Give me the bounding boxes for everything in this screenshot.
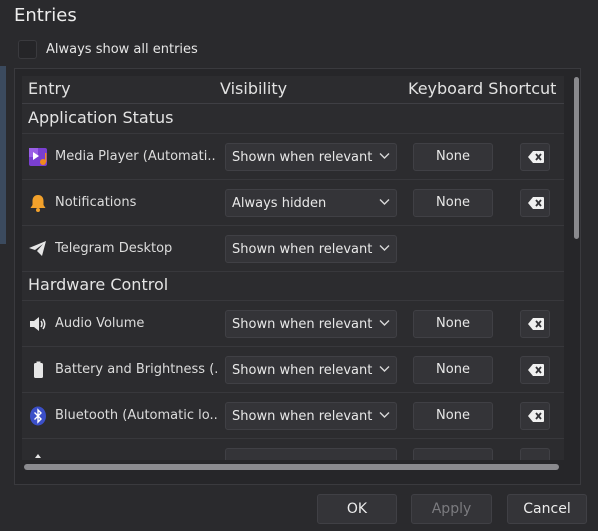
backspace-clear-icon xyxy=(528,410,544,422)
header-entry[interactable]: Entry xyxy=(28,79,71,98)
shortcut-button[interactable]: None xyxy=(413,143,493,171)
header-visibility[interactable]: Visibility xyxy=(220,79,287,98)
cancel-button[interactable]: Cancel xyxy=(507,494,587,524)
entry-label: Telegram Desktop xyxy=(55,241,173,256)
shortcut-button[interactable] xyxy=(413,448,493,460)
visibility-value: Shown when relevant xyxy=(232,409,373,424)
chevron-down-icon xyxy=(379,245,390,251)
chevron-down-icon xyxy=(379,366,390,372)
clear-shortcut-button[interactable] xyxy=(520,402,550,430)
partial-entry-icon xyxy=(35,454,41,458)
visibility-value: Shown when relevant xyxy=(232,363,373,378)
section-application-status: Application Status xyxy=(22,105,564,134)
shortcut-button[interactable]: None xyxy=(413,189,493,217)
visibility-select[interactable]: Shown when relevant xyxy=(225,402,397,430)
backspace-clear-icon xyxy=(528,318,544,330)
dialog-title: Entries xyxy=(14,5,77,26)
table-header: Entry Visibility Keyboard Shortcut xyxy=(22,76,564,102)
vertical-scrollbar[interactable] xyxy=(574,77,579,239)
battery-icon xyxy=(34,361,43,378)
header-keyboard-shortcut[interactable]: Keyboard Shortcut xyxy=(408,79,556,98)
section-hardware-control: Hardware Control xyxy=(22,272,564,301)
header-divider xyxy=(22,103,564,104)
horizontal-scrollbar[interactable] xyxy=(24,464,559,470)
visibility-select[interactable]: Shown when relevant xyxy=(225,310,397,338)
clear-shortcut-button[interactable] xyxy=(520,356,550,384)
visibility-value: Shown when relevant xyxy=(232,317,373,332)
always-show-all-checkbox[interactable] xyxy=(18,40,37,59)
clear-shortcut-button[interactable] xyxy=(520,143,550,171)
shortcut-button[interactable]: None xyxy=(413,310,493,338)
bluetooth-icon xyxy=(30,406,46,426)
backspace-clear-icon xyxy=(528,151,544,163)
visibility-value: Shown when relevant xyxy=(232,242,373,257)
entries-panel: Entry Visibility Keyboard Shortcut Appli… xyxy=(14,68,581,485)
backspace-clear-icon xyxy=(528,197,544,209)
visibility-select[interactable]: Shown when relevant xyxy=(225,356,397,384)
visibility-select[interactable]: Shown when relevant xyxy=(225,143,397,171)
chevron-down-icon xyxy=(379,320,390,326)
ok-button[interactable]: OK xyxy=(317,494,397,524)
table-row[interactable]: Audio Volume Shown when relevant None xyxy=(22,301,564,347)
table-row-partial[interactable] xyxy=(22,439,564,460)
telegram-icon xyxy=(29,241,46,256)
entry-label: Bluetooth (Automatic lo... xyxy=(55,408,217,423)
backspace-clear-icon xyxy=(528,364,544,376)
window-edge-accent xyxy=(0,66,6,244)
table-rows: Application Status Media Player (Automat… xyxy=(22,105,564,460)
speaker-icon xyxy=(30,317,46,331)
visibility-value: Always hidden xyxy=(232,196,327,211)
clear-shortcut-button[interactable] xyxy=(520,310,550,338)
table-row[interactable]: Media Player (Automati... Shown when rel… xyxy=(22,134,564,180)
table-row[interactable]: Notifications Always hidden None xyxy=(22,180,564,226)
always-show-all-label: Always show all entries xyxy=(46,42,198,57)
visibility-select[interactable]: Shown when relevant xyxy=(225,235,397,263)
table-row[interactable]: Telegram Desktop Shown when relevant xyxy=(22,226,564,272)
visibility-select[interactable]: Always hidden xyxy=(225,189,397,217)
apply-button[interactable]: Apply xyxy=(411,494,492,524)
entry-label: Battery and Brightness (... xyxy=(55,362,217,377)
chevron-down-icon xyxy=(379,199,390,205)
clear-shortcut-button[interactable] xyxy=(520,189,550,217)
table-row[interactable]: Battery and Brightness (... Shown when r… xyxy=(22,347,564,393)
entry-label: Notifications xyxy=(55,195,137,210)
shortcut-button[interactable]: None xyxy=(413,356,493,384)
media-player-icon xyxy=(29,148,47,166)
entry-label: Media Player (Automati... xyxy=(55,149,217,164)
shortcut-button[interactable]: None xyxy=(413,402,493,430)
chevron-down-icon xyxy=(379,153,390,159)
entry-label: Audio Volume xyxy=(55,316,145,331)
bell-icon xyxy=(30,195,46,212)
clear-shortcut-button[interactable] xyxy=(520,448,550,460)
table-row[interactable]: Bluetooth (Automatic lo... Shown when re… xyxy=(22,393,564,439)
visibility-select[interactable] xyxy=(225,448,397,460)
entries-table: Entry Visibility Keyboard Shortcut Appli… xyxy=(22,76,564,460)
visibility-value: Shown when relevant xyxy=(232,150,373,165)
chevron-down-icon xyxy=(379,412,390,418)
always-show-all-row[interactable]: Always show all entries xyxy=(18,40,198,59)
